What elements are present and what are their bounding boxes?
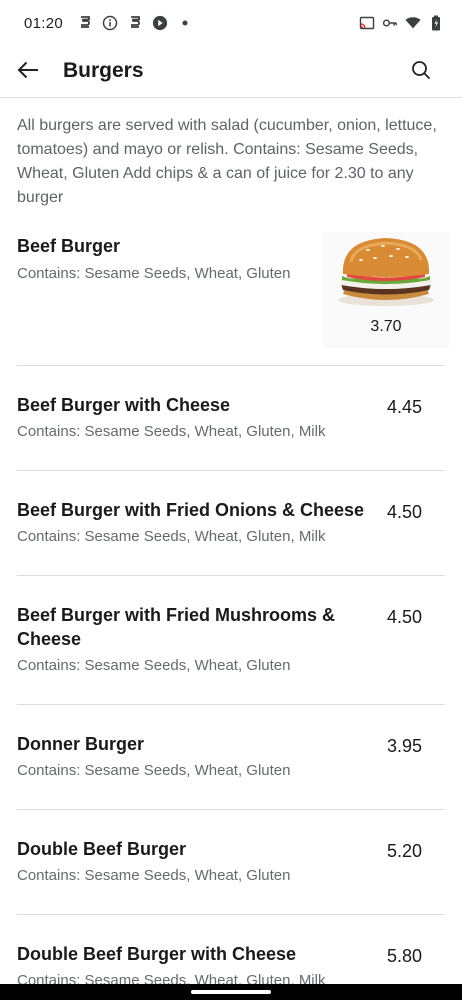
search-button[interactable] <box>408 59 434 85</box>
status-system-icons <box>359 15 444 31</box>
item-price: 4.45 <box>386 397 422 417</box>
menu-item[interactable]: Double Beef Burger Contains: Sesame Seed… <box>17 810 445 915</box>
arrow-left-icon <box>17 61 39 84</box>
status-time: 01:20 <box>24 14 64 32</box>
item-name: Double Beef Burger with Cheese <box>17 944 297 964</box>
search-icon <box>411 60 431 85</box>
item-name: Donner Burger <box>17 734 145 754</box>
item-price: 5.20 <box>386 841 422 861</box>
item-price: 4.50 <box>386 607 422 627</box>
menu-item[interactable]: Donner Burger Contains: Sesame Seeds, Wh… <box>17 705 445 810</box>
item-image: 3.70 <box>322 232 450 348</box>
item-price: 3.70 <box>370 318 402 335</box>
item-name: Beef Burger with Fried Mushrooms & Chees… <box>17 605 336 649</box>
item-allergens: Contains: Sesame Seeds, Wheat, Gluten, M… <box>17 528 326 545</box>
page-title: Burgers <box>63 59 144 82</box>
vpn-key-icon <box>382 15 398 31</box>
cast-icon <box>359 15 375 31</box>
menu-item[interactable]: Beef Burger with Fried Mushrooms & Chees… <box>17 576 445 705</box>
menu-item-beef-burger[interactable]: Beef Burger Contains: Sesame Seeds, Whea… <box>17 220 450 366</box>
home-gesture-handle[interactable] <box>191 990 271 994</box>
item-allergens: Contains: Sesame Seeds, Wheat, Gluten <box>17 265 291 282</box>
item-name: Double Beef Burger <box>17 839 187 859</box>
item-name: Beef Burger <box>17 236 121 256</box>
status-notification-icons <box>77 15 193 31</box>
battery-icon <box>428 15 444 31</box>
item-allergens: Contains: Sesame Seeds, Wheat, Gluten <box>17 657 291 674</box>
category-description: All burgers are served with salad (cucum… <box>17 117 437 206</box>
info-icon <box>102 15 118 31</box>
item-price: 5.80 <box>386 946 422 966</box>
status-bar: 01:20 <box>0 0 462 46</box>
menu-item[interactable]: Beef Burger with Fried Onions & Cheese C… <box>17 471 445 576</box>
wifi-icon <box>405 15 421 31</box>
item-name: Beef Burger with Cheese <box>17 395 231 415</box>
system-nav-bar <box>0 984 462 1000</box>
back-button[interactable] <box>14 58 42 86</box>
item-name: Beef Burger with Fried Onions & Cheese <box>17 500 365 520</box>
item-allergens: Contains: Sesame Seeds, Wheat, Gluten <box>17 762 291 779</box>
item-allergens: Contains: Sesame Seeds, Wheat, Gluten, M… <box>17 423 326 440</box>
item-allergens: Contains: Sesame Seeds, Wheat, Gluten <box>17 867 291 884</box>
dot-icon <box>177 15 193 31</box>
item-price: 4.50 <box>386 502 422 522</box>
play-badge-icon <box>152 15 168 31</box>
item-price: 3.95 <box>386 736 422 756</box>
s-app-icon <box>127 15 143 31</box>
app-bar: Burgers <box>0 46 462 98</box>
burger-image <box>338 238 434 306</box>
menu-item[interactable]: Beef Burger with Cheese Contains: Sesame… <box>17 366 445 471</box>
s-app-icon <box>77 15 93 31</box>
